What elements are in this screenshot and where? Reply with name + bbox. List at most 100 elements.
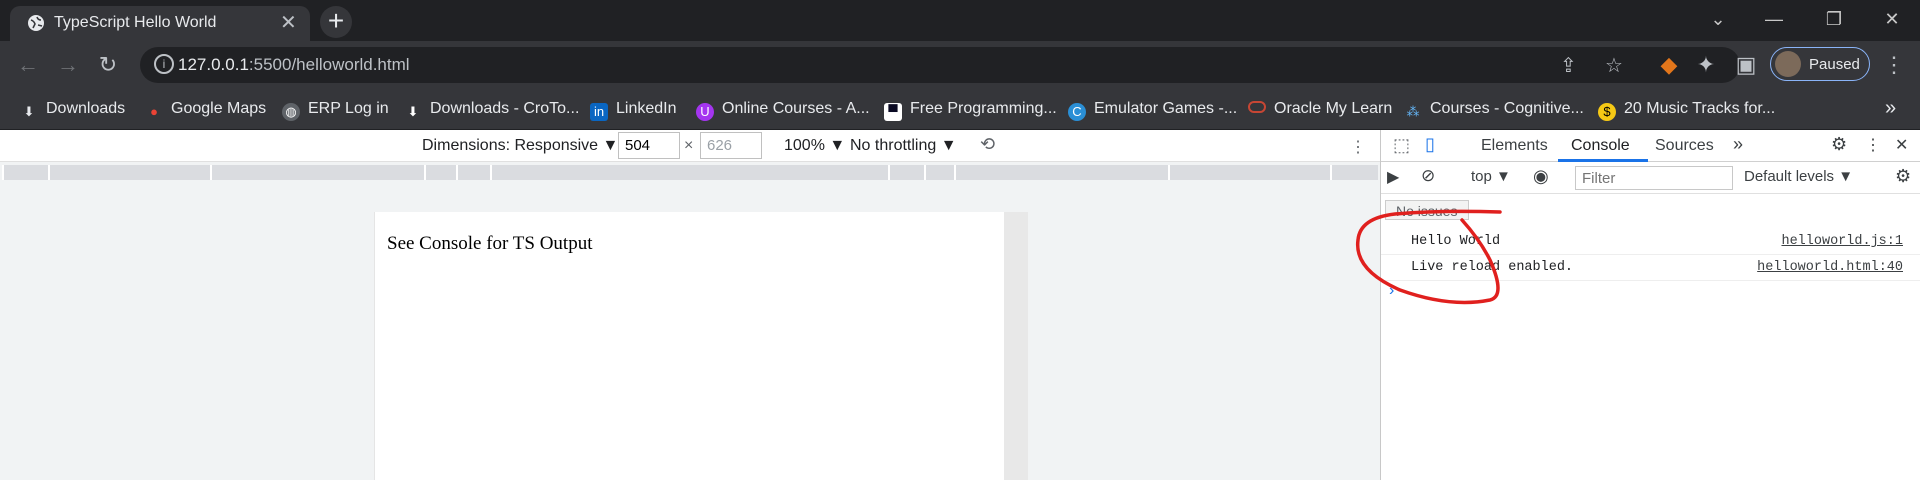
log-levels-dropdown[interactable]: Default levels ▼ — [1744, 168, 1853, 185]
console-filter-input[interactable] — [1575, 166, 1733, 190]
media-query-segment[interactable] — [888, 165, 924, 180]
media-query-bar — [0, 162, 1380, 184]
zoom-dropdown[interactable]: 100% ▼ — [784, 137, 845, 155]
menu-kebab-icon[interactable]: ⋮ — [1880, 51, 1908, 79]
more-tabs-icon[interactable]: » — [1733, 134, 1743, 155]
devtools-close-icon[interactable]: ✕ — [1895, 135, 1908, 155]
share-icon[interactable]: ⇪ — [1560, 53, 1577, 78]
live-expression-eye-icon[interactable]: ◉ — [1533, 166, 1549, 187]
restore-button[interactable]: ❐ — [1806, 0, 1862, 41]
reload-icon[interactable]: ↻ — [94, 51, 122, 79]
profile-button[interactable]: Paused — [1770, 47, 1870, 81]
height-input[interactable] — [700, 132, 762, 159]
bookmark-label: ERP Log in — [308, 100, 389, 117]
devtools-panel: ⬚ ▯ Elements Console Sources » ⚙ ⋮ ✕ ▶ ⊘… — [1380, 130, 1920, 480]
bookmarks-bar: ⬇ Downloads ● Google Maps ◍ ERP Log in ⬇ Dow… — [0, 89, 1920, 130]
media-query-segment[interactable] — [1168, 165, 1330, 180]
dimensions-label: Dimensions: Responsive — [422, 137, 599, 154]
device-toggle-icon[interactable]: ▯ — [1425, 134, 1435, 155]
bookmark-online-courses[interactable]: U Online Courses - A... — [696, 100, 870, 121]
bookmark-label: Free Programming... — [910, 100, 1057, 117]
tab-elements[interactable]: Elements — [1481, 137, 1548, 155]
width-input[interactable] — [618, 132, 680, 159]
address-bar[interactable]: i 127.0.0.1:5500/helloworld.html ⇪ ☆ — [140, 47, 1740, 83]
side-panel-icon[interactable]: ▣ — [1732, 51, 1760, 79]
url-text[interactable]: 127.0.0.1:5500/helloworld.html — [178, 55, 410, 75]
globe-icon — [28, 15, 44, 31]
browser-tab[interactable]: TypeScript Hello World ✕ — [10, 6, 310, 41]
bookmark-cognitive[interactable]: ⁂ Courses - Cognitive... — [1404, 100, 1584, 120]
console-log-row: Live reload enabled. helloworld.html:40 — [1381, 255, 1920, 281]
media-query-segment[interactable] — [1330, 165, 1378, 180]
metamask-icon[interactable]: ◆ — [1655, 51, 1683, 79]
window-close-button[interactable]: ✕ — [1864, 0, 1920, 41]
console-settings-gear-icon[interactable]: ⚙ — [1895, 166, 1911, 187]
media-query-segment[interactable] — [924, 165, 954, 180]
clear-console-icon[interactable]: ⊘ — [1421, 166, 1435, 186]
tab-close-icon[interactable]: ✕ — [280, 10, 297, 35]
emulator-icon: C — [1068, 103, 1086, 121]
globe-icon: ◍ — [282, 103, 300, 121]
tab-search-icon[interactable]: ⌄ — [1690, 0, 1746, 41]
minimize-button[interactable]: — — [1746, 0, 1802, 41]
log-source-link[interactable]: helloworld.js:1 — [1781, 234, 1903, 249]
media-query-segment[interactable] — [48, 165, 210, 180]
bookmark-google-maps[interactable]: ● Google Maps — [145, 100, 266, 120]
media-query-segment[interactable] — [424, 165, 456, 180]
rotate-icon[interactable]: ⟲ — [980, 134, 995, 155]
url-path: :5500/helloworld.html — [248, 55, 410, 74]
inspect-element-icon[interactable]: ⬚ — [1393, 135, 1410, 156]
maps-icon: ● — [150, 104, 158, 119]
oracle-icon — [1248, 101, 1266, 113]
tab-strip: TypeScript Hello World ✕ + ⌄ — ❐ ✕ — [0, 0, 1920, 41]
log-levels-label: Default levels — [1744, 168, 1835, 185]
throttling-dropdown[interactable]: No throttling ▼ — [850, 137, 957, 155]
console-prompt-icon[interactable]: › — [1389, 282, 1394, 300]
bookmark-downloads-croto[interactable]: ⬇ Downloads - CroTo... — [404, 100, 580, 120]
media-query-segment[interactable] — [490, 165, 888, 180]
forward-arrow-icon[interactable]: → — [54, 51, 82, 79]
device-toolbar: Dimensions: Responsive ▼ × 100% ▼ No thr… — [0, 130, 1380, 162]
dimensions-dropdown[interactable]: Dimensions: Responsive ▼ — [422, 137, 618, 155]
bookmark-erp[interactable]: ◍ ERP Log in — [282, 100, 389, 121]
context-dropdown[interactable]: top ▼ — [1471, 168, 1511, 185]
tab-console[interactable]: Console — [1571, 137, 1630, 155]
tab-sources[interactable]: Sources — [1655, 137, 1714, 155]
log-message: Live reload enabled. — [1411, 260, 1574, 275]
media-query-segment[interactable] — [210, 165, 424, 180]
console-sidebar-icon[interactable]: ▶ — [1387, 167, 1399, 187]
fcc-icon: ▀ — [884, 103, 902, 121]
console-toolbar: ▶ ⊘ top ▼ ◉ Default levels ▼ ⚙ — [1381, 162, 1920, 194]
issues-button[interactable]: No issues — [1385, 200, 1469, 220]
media-query-segment[interactable] — [2, 165, 48, 180]
site-info-icon[interactable]: i — [154, 54, 174, 74]
page-content: See Console for TS Output — [374, 212, 1004, 480]
bookmark-free-programming[interactable]: ▀ Free Programming... — [884, 100, 1057, 121]
caret-down-icon: ▼ — [940, 137, 957, 154]
devtools-menu-kebab-icon[interactable]: ⋮ — [1865, 135, 1881, 155]
log-source-link[interactable]: helloworld.html:40 — [1757, 260, 1903, 275]
cognitive-icon: ⁂ — [1406, 104, 1420, 119]
media-query-segment[interactable] — [954, 165, 1168, 180]
download-icon: ⬇ — [407, 104, 419, 119]
bookmark-music-tracks[interactable]: $20 Music Tracks for... — [1598, 100, 1775, 121]
bookmark-oracle[interactable]: Oracle My Learn — [1248, 100, 1392, 120]
resize-handle[interactable] — [1004, 212, 1028, 480]
bookmark-downloads[interactable]: ⬇ Downloads — [20, 100, 126, 120]
bookmark-star-icon[interactable]: ☆ — [1605, 53, 1623, 78]
bookmarks-overflow-icon[interactable]: » — [1885, 97, 1896, 120]
media-query-segment[interactable] — [456, 165, 490, 180]
new-tab-button[interactable]: + — [320, 6, 352, 38]
bookmark-emulator-games[interactable]: C Emulator Games -... — [1068, 100, 1237, 121]
extensions-puzzle-icon[interactable]: ✦ — [1692, 51, 1720, 79]
caret-down-icon: ▼ — [1496, 168, 1511, 185]
settings-gear-icon[interactable]: ⚙ — [1831, 134, 1847, 155]
device-menu-kebab-icon[interactable]: ⋮ — [1350, 137, 1366, 157]
url-host: 127.0.0.1 — [178, 55, 249, 74]
tab-title: TypeScript Hello World — [54, 14, 217, 31]
udemy-icon: U — [696, 103, 714, 121]
bookmark-linkedin[interactable]: in LinkedIn — [590, 100, 677, 121]
bookmark-label: Oracle My Learn — [1274, 100, 1393, 117]
back-arrow-icon[interactable]: ← — [14, 51, 42, 79]
bookmark-label: Downloads — [46, 100, 126, 117]
